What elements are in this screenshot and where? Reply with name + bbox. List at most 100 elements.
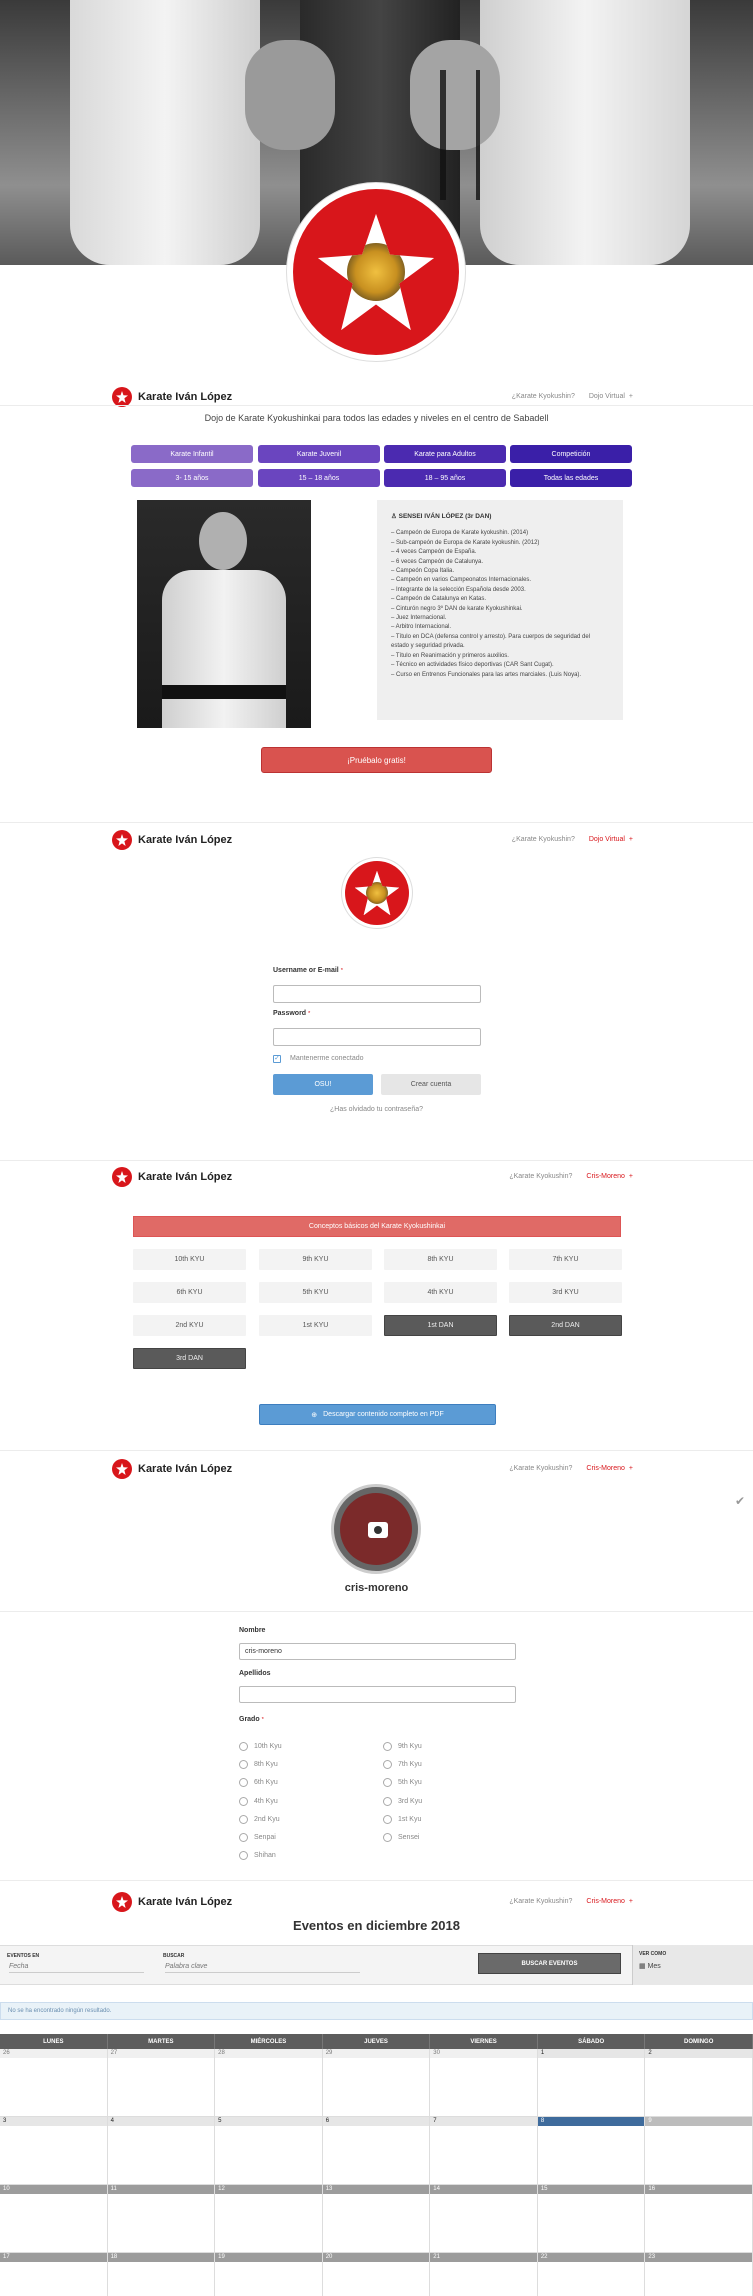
grade-option[interactable]: Shihan: [239, 1847, 282, 1865]
calendar-day[interactable]: 27: [107, 2049, 216, 2117]
avatar[interactable]: [331, 1484, 421, 1574]
calendar-day[interactable]: 6: [322, 2117, 431, 2185]
grade-option[interactable]: 10th Kyu: [239, 1737, 282, 1755]
calendar-day[interactable]: 1: [537, 2049, 646, 2117]
category-competicion-age[interactable]: Todas las edades: [510, 469, 632, 487]
category-infantil-age[interactable]: 3- 15 años: [131, 469, 253, 487]
view-as-selector[interactable]: VER COMO ▦ Mes: [632, 1945, 753, 1985]
category-adultos-button[interactable]: Karate para Adultos: [384, 445, 506, 463]
calendar-day[interactable]: 19: [215, 2253, 323, 2296]
grade-option[interactable]: Sensei: [383, 1828, 422, 1846]
radio-button[interactable]: [239, 1759, 248, 1769]
password-field[interactable]: [273, 1028, 481, 1046]
nav-karate-kyokushin[interactable]: ¿Karate Kyokushin?: [512, 836, 575, 843]
belt-1st-kyu[interactable]: 1st KYU: [259, 1315, 372, 1336]
grade-option[interactable]: 4th Kyu: [239, 1792, 282, 1810]
radio-button[interactable]: [239, 1833, 248, 1843]
calendar-day[interactable]: 5: [215, 2117, 323, 2185]
belt-8th-kyu[interactable]: 8th KYU: [384, 1249, 497, 1270]
keyword-search-input[interactable]: Palabra clave: [165, 1963, 360, 1973]
nav-dojo-virtual[interactable]: Dojo Virtual: [589, 393, 625, 400]
try-free-button[interactable]: ¡Pruébalo gratis!: [261, 747, 492, 773]
belt-5th-kyu[interactable]: 5th KYU: [259, 1282, 372, 1303]
calendar-day[interactable]: 26: [0, 2049, 108, 2117]
grade-option[interactable]: 2nd Kyu: [239, 1810, 282, 1828]
belt-6th-kyu[interactable]: 6th KYU: [133, 1282, 246, 1303]
category-adultos-age[interactable]: 18 – 95 años: [384, 469, 506, 487]
search-events-button[interactable]: BUSCAR EVENTOS: [478, 1953, 621, 1974]
calendar-day[interactable]: 21: [430, 2253, 538, 2296]
belt-2nd-dan[interactable]: 2nd DAN: [509, 1315, 622, 1336]
nav-karate-kyokushin[interactable]: ¿Karate Kyokushin?: [509, 1898, 572, 1905]
nav-plus-icon[interactable]: +: [629, 1898, 633, 1905]
nav-dojo-virtual[interactable]: Dojo Virtual: [589, 836, 625, 843]
radio-button[interactable]: [239, 1741, 248, 1751]
calendar-day[interactable]: 9: [645, 2117, 753, 2185]
brand-link[interactable]: Karate Iván López: [112, 1167, 232, 1187]
nav-user-menu[interactable]: Cris-Moreno: [586, 1173, 625, 1180]
nav-plus-icon[interactable]: +: [629, 393, 633, 400]
radio-button[interactable]: [239, 1778, 248, 1788]
grade-option[interactable]: 5th Kyu: [383, 1774, 422, 1792]
category-juvenil-button[interactable]: Karate Juvenil: [258, 445, 380, 463]
radio-button[interactable]: [239, 1814, 248, 1824]
radio-button[interactable]: [383, 1796, 392, 1806]
calendar-day[interactable]: 13: [322, 2185, 431, 2253]
nav-plus-icon[interactable]: +: [629, 836, 633, 843]
radio-button[interactable]: [383, 1778, 392, 1788]
category-infantil-button[interactable]: Karate Infantil: [131, 445, 253, 463]
calendar-day[interactable]: 4: [107, 2117, 216, 2185]
calendar-day[interactable]: 2: [645, 2049, 753, 2117]
belt-3rd-kyu[interactable]: 3rd KYU: [509, 1282, 622, 1303]
calendar-day[interactable]: 23: [645, 2253, 753, 2296]
calendar-day[interactable]: 14: [430, 2185, 538, 2253]
nav-plus-icon[interactable]: +: [629, 1465, 633, 1472]
category-juvenil-age[interactable]: 15 – 18 años: [258, 469, 380, 487]
grade-option[interactable]: 1st Kyu: [383, 1810, 422, 1828]
login-button[interactable]: OSU!: [273, 1074, 373, 1095]
camera-icon[interactable]: [368, 1522, 388, 1538]
download-pdf-button[interactable]: ⊕ Descargar contenido completo en PDF: [259, 1404, 496, 1425]
grade-option[interactable]: 9th Kyu: [383, 1737, 422, 1755]
grade-option[interactable]: 6th Kyu: [239, 1774, 282, 1792]
username-field[interactable]: [273, 985, 481, 1003]
belt-4th-kyu[interactable]: 4th KYU: [384, 1282, 497, 1303]
calendar-day[interactable]: 29: [322, 2049, 431, 2117]
brand-link[interactable]: Karate Iván López: [112, 387, 232, 407]
grade-option[interactable]: 7th Kyu: [383, 1755, 422, 1773]
calendar-day[interactable]: 22: [537, 2253, 646, 2296]
calendar-day[interactable]: 7: [430, 2117, 538, 2185]
nav-user-menu[interactable]: Cris-Moreno: [586, 1465, 625, 1472]
nav-karate-kyokushin[interactable]: ¿Karate Kyokushin?: [509, 1465, 572, 1472]
grade-option[interactable]: 8th Kyu: [239, 1755, 282, 1773]
radio-button[interactable]: [239, 1796, 248, 1806]
calendar-day[interactable]: 18: [107, 2253, 216, 2296]
name-field[interactable]: cris-moreno: [239, 1643, 516, 1660]
belt-2nd-kyu[interactable]: 2nd KYU: [133, 1315, 246, 1336]
calendar-day-today[interactable]: 8: [537, 2117, 646, 2185]
basics-banner[interactable]: Conceptos básicos del Karate Kyokushinka…: [133, 1216, 621, 1237]
calendar-day[interactable]: 15: [537, 2185, 646, 2253]
events-in-date-input[interactable]: Fecha: [9, 1963, 144, 1973]
forgot-password-link[interactable]: ¿Has olvidado tu contraseña?: [0, 1106, 753, 1113]
radio-button[interactable]: [383, 1833, 392, 1843]
belt-1st-dan[interactable]: 1st DAN: [384, 1315, 497, 1336]
radio-button[interactable]: [383, 1814, 392, 1824]
brand-link[interactable]: Karate Iván López: [112, 1892, 232, 1912]
radio-button[interactable]: [383, 1741, 392, 1751]
create-account-button[interactable]: Crear cuenta: [381, 1074, 481, 1095]
grade-option[interactable]: 3rd Kyu: [383, 1792, 422, 1810]
brand-link[interactable]: Karate Iván López: [112, 1459, 232, 1479]
remember-checkbox[interactable]: ✓: [273, 1055, 281, 1063]
nav-karate-kyokushin[interactable]: ¿Karate Kyokushin?: [509, 1173, 572, 1180]
calendar-day[interactable]: 10: [0, 2185, 108, 2253]
nav-user-menu[interactable]: Cris-Moreno: [586, 1898, 625, 1905]
calendar-day[interactable]: 20: [322, 2253, 431, 2296]
surname-field[interactable]: [239, 1686, 516, 1703]
belt-10th-kyu[interactable]: 10th KYU: [133, 1249, 246, 1270]
calendar-day[interactable]: 16: [645, 2185, 753, 2253]
calendar-day[interactable]: 11: [107, 2185, 216, 2253]
grade-option[interactable]: Senpai: [239, 1828, 282, 1846]
belt-7th-kyu[interactable]: 7th KYU: [509, 1249, 622, 1270]
radio-button[interactable]: [383, 1759, 392, 1769]
